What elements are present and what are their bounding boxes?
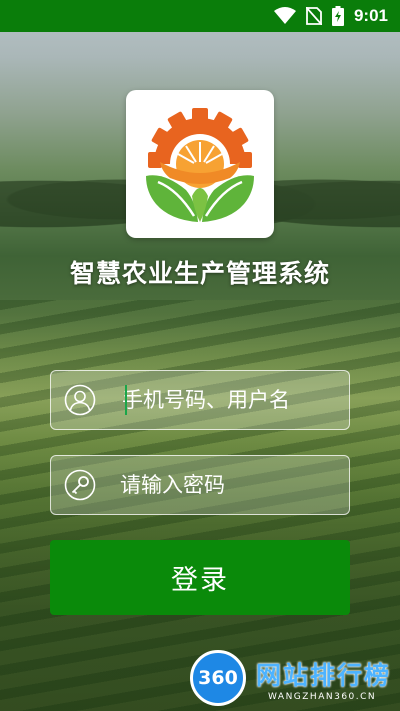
login-screen: 9:01 智慧农业生产管理系统 手机号码、用户名 登录 360 网站排行榜 WA… xyxy=(0,0,400,711)
app-title: 智慧农业生产管理系统 xyxy=(69,259,330,288)
agriculture-gear-leaf-logo xyxy=(146,108,254,222)
status-bar: 9:01 xyxy=(0,0,400,32)
user-icon xyxy=(64,383,96,417)
password-field[interactable] xyxy=(50,455,388,515)
username-input[interactable] xyxy=(122,380,390,420)
no-sim-icon xyxy=(305,7,322,25)
watermark-logo: 360 网站排行榜 WANGZHAN360.CN xyxy=(190,648,400,711)
watermark-badge: 360 xyxy=(190,650,246,706)
password-input[interactable] xyxy=(120,465,388,505)
text-caret xyxy=(125,385,127,415)
watermark-text: 网站排行榜 xyxy=(256,661,392,690)
key-icon xyxy=(64,468,96,502)
status-time: 9:01 xyxy=(353,6,388,25)
watermark-subtext: WANGZHAN360.CN xyxy=(268,692,377,702)
battery-charging-icon xyxy=(331,6,344,26)
app-logo xyxy=(126,90,274,238)
username-field[interactable] xyxy=(50,370,390,430)
login-button[interactable]: 登录 xyxy=(50,540,350,615)
wifi-icon xyxy=(273,7,296,25)
